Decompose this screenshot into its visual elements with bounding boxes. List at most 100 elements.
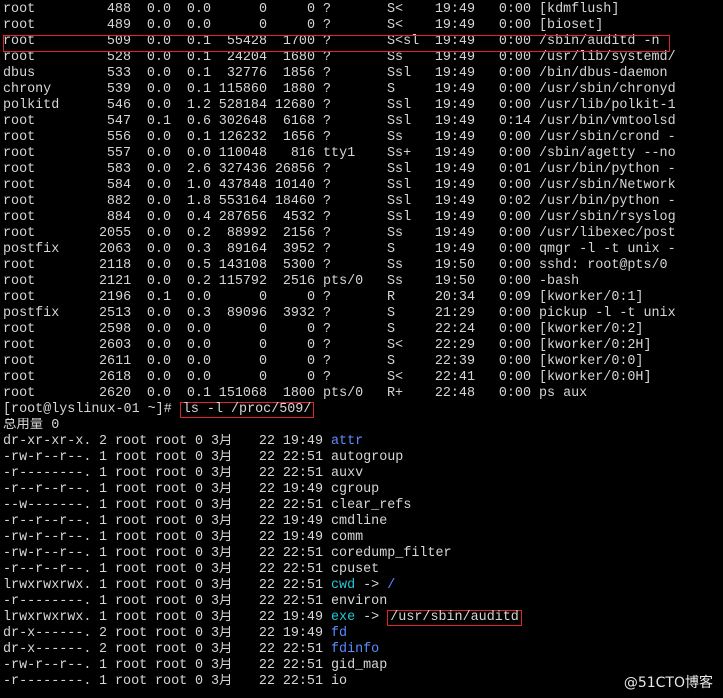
process-start: 21:29	[434, 306, 475, 321]
process-user: root	[3, 274, 36, 289]
file-group: root	[155, 466, 188, 481]
process-rss: 1856	[282, 66, 315, 81]
process-stat: Ssl	[387, 194, 412, 209]
process-command: /usr/sbin/rsyslog	[539, 210, 676, 225]
process-tty: ?	[323, 50, 332, 65]
process-pid: 2196	[99, 290, 132, 305]
file-links: 1	[99, 562, 108, 577]
file-links: 1	[99, 610, 108, 625]
file-owner: root	[115, 674, 148, 689]
process-user: postfix	[3, 306, 60, 321]
process-stat: S<	[387, 370, 404, 385]
file-perm: -r--r--r--.	[3, 562, 92, 577]
file-name: cwd	[331, 578, 356, 593]
file-month: 3月	[211, 578, 233, 593]
file-day: 22	[258, 674, 275, 689]
file-month: 3月	[211, 674, 233, 689]
process-user: root	[3, 178, 36, 193]
process-time: 0:01	[498, 162, 531, 177]
process-vsz: 126232	[218, 130, 267, 145]
process-cpu: 0.0	[146, 178, 171, 193]
process-row: root 2611 0.0 0.0 0 0? S 22:39 0:00 [kworker/0:0]	[3, 354, 721, 370]
file-name: fd	[331, 626, 348, 641]
process-pid: 488	[106, 2, 131, 17]
file-owner: root	[115, 450, 148, 465]
process-mem: 0.0	[186, 322, 211, 337]
process-cpu: 0.0	[146, 2, 171, 17]
file-perm: -rw-r--r--.	[3, 450, 92, 465]
file-day: 22	[258, 578, 275, 593]
process-mem: 0.0	[186, 290, 211, 305]
file-links: 1	[99, 674, 108, 689]
process-tty: ?	[323, 18, 332, 33]
symlink-arrow: ->	[355, 610, 388, 625]
process-command: /usr/bin/python -	[539, 194, 676, 209]
process-pid: 489	[106, 18, 131, 33]
file-month: 3月	[211, 434, 233, 449]
shell-prompt-line: [root@lyslinux-01 ~]# ls -l /proc/509/	[3, 402, 721, 418]
file-perm: -rw-r--r--.	[3, 530, 92, 545]
process-stat: S<sl	[387, 34, 420, 49]
process-pid: 882	[106, 194, 131, 209]
file-time: 19:49	[282, 514, 323, 529]
process-tty: pts/0	[323, 274, 364, 289]
file-day: 22	[258, 466, 275, 481]
process-stat: Ssl	[387, 210, 412, 225]
process-tty: ?	[323, 306, 332, 321]
file-links: 1	[99, 466, 108, 481]
process-stat: S<	[387, 338, 404, 353]
process-vsz: 143108	[218, 258, 267, 273]
process-command: /usr/bin/python -	[539, 162, 676, 177]
process-cpu: 0.0	[146, 146, 171, 161]
process-vsz: 0	[258, 322, 267, 337]
process-command: ps aux	[539, 386, 588, 401]
process-row: root 2121 0.0 0.2 115792 2516 pts/0 Ss 19:50 0:00…	[3, 274, 721, 290]
process-time: 0:00	[498, 370, 531, 385]
process-tty: ?	[323, 210, 332, 225]
file-perm: -r--r--r--.	[3, 514, 92, 529]
process-command: /usr/libexec/post	[539, 226, 676, 241]
process-start: 19:49	[434, 178, 475, 193]
process-rss: 3932	[282, 306, 315, 321]
file-size: 0	[195, 482, 204, 497]
file-day: 22	[258, 530, 275, 545]
process-stat: S	[387, 82, 396, 97]
process-stat: R	[387, 290, 396, 305]
process-user: root	[3, 322, 36, 337]
terminal-output[interactable]: root 488 0.0 0.0 0 0? S< 19:49 0:00 [kdmflush] roo…	[3, 2, 721, 690]
process-rss: 0	[306, 338, 315, 353]
process-vsz: 115860	[218, 82, 267, 97]
process-command: /usr/sbin/Network	[539, 178, 676, 193]
process-time: 0:14	[498, 114, 531, 129]
process-cpu: 0.0	[146, 354, 171, 369]
process-time: 0:00	[498, 386, 531, 401]
file-time: 22:51	[282, 498, 323, 513]
process-tty: ?	[323, 338, 332, 353]
file-day: 22	[258, 514, 275, 529]
process-mem: 0.2	[186, 274, 211, 289]
process-time: 0:00	[498, 146, 531, 161]
file-owner: root	[115, 498, 148, 513]
process-vsz: 302648	[218, 114, 267, 129]
process-start: 19:49	[434, 146, 475, 161]
file-day: 22	[258, 642, 275, 657]
file-name: cmdline	[331, 514, 388, 529]
process-rss: 5300	[282, 258, 315, 273]
file-owner: root	[115, 530, 148, 545]
process-start: 19:50	[434, 258, 475, 273]
file-day: 22	[258, 658, 275, 673]
process-vsz: 0	[258, 370, 267, 385]
process-cpu: 0.0	[146, 66, 171, 81]
file-time: 22:51	[282, 450, 323, 465]
process-rss: 816	[290, 146, 315, 161]
process-row: root 2603 0.0 0.0 0 0? S< 22:29 0:00 [kworker/0:2…	[3, 338, 721, 354]
file-owner: root	[115, 562, 148, 577]
file-owner: root	[115, 658, 148, 673]
process-stat: S	[387, 354, 396, 369]
process-command: qmgr -l -t unix -	[539, 242, 676, 257]
file-owner: root	[115, 610, 148, 625]
process-user: root	[3, 18, 36, 33]
file-group: root	[155, 642, 188, 657]
process-user: postfix	[3, 242, 60, 257]
process-tty: ?	[323, 226, 332, 241]
